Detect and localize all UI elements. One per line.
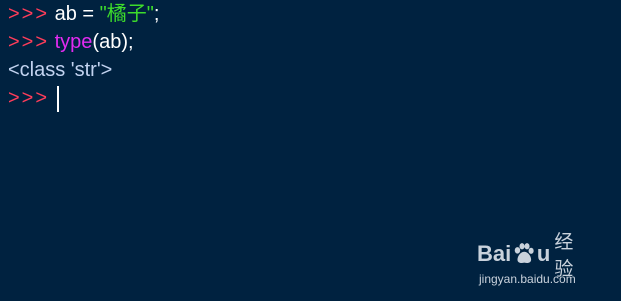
watermark-url: jingyan.baidu.com bbox=[479, 272, 576, 286]
console-prompt: >>> bbox=[8, 31, 50, 53]
string-literal: "橘子" bbox=[99, 3, 154, 25]
baidu-paw-icon bbox=[514, 243, 534, 263]
python-console[interactable]: >>> ab = "橘子"; >>> type(ab); <class 'str… bbox=[0, 0, 621, 301]
baidu-jingyan-watermark: Bai u 经验 jingyan.baidu.com bbox=[477, 231, 589, 290]
output-text: <class 'str'> bbox=[8, 59, 113, 81]
code-semicolon: ; bbox=[153, 3, 160, 25]
console-prompt: >>> bbox=[8, 3, 50, 25]
console-input-line[interactable]: >>> bbox=[8, 84, 59, 112]
console-prompt: >>> bbox=[8, 87, 50, 109]
builtin-function: type bbox=[54, 31, 93, 53]
watermark-brand-left: Bai bbox=[477, 241, 512, 266]
code-call-args: (ab); bbox=[92, 31, 134, 53]
watermark-brand-right: u bbox=[536, 241, 551, 266]
watermark-brand-row: Bai u 经验 bbox=[477, 231, 589, 280]
console-line-2: >>> type(ab); bbox=[8, 28, 134, 56]
text-cursor-icon[interactable] bbox=[56, 85, 59, 112]
code-assignment: ab = bbox=[49, 3, 100, 25]
console-line-1: >>> ab = "橘子"; bbox=[8, 0, 159, 28]
console-output-line: <class 'str'> bbox=[8, 56, 112, 84]
